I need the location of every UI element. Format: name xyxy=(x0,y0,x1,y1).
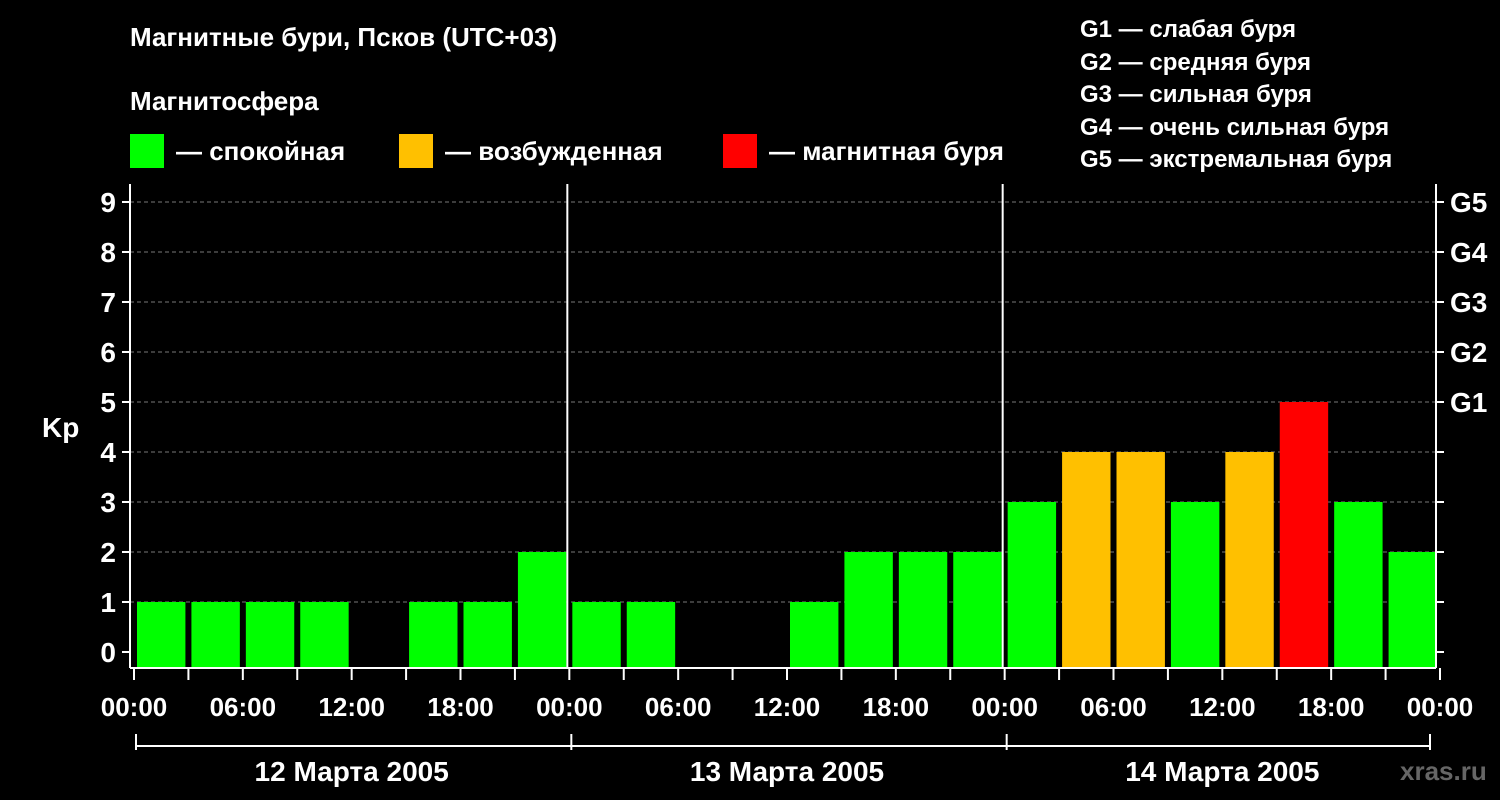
y-tick-label: 5 xyxy=(100,387,116,418)
y-tick-label: 9 xyxy=(100,187,116,218)
g-level-label: G2 xyxy=(1450,337,1487,368)
g-level-label: G3 xyxy=(1450,287,1487,318)
watermark: xras.ru xyxy=(1400,756,1487,786)
x-tick-label: 06:00 xyxy=(645,692,712,722)
kp-bar xyxy=(517,552,567,668)
g-level-label: G5 xyxy=(1450,187,1487,218)
kp-bar xyxy=(1225,452,1274,668)
kp-bar xyxy=(1170,502,1220,668)
kp-bar xyxy=(1062,452,1111,668)
x-tick-label: 06:00 xyxy=(1080,692,1147,722)
kp-bar xyxy=(953,552,1002,668)
kp-bar xyxy=(572,602,621,668)
x-tick-label: 12:00 xyxy=(1189,692,1256,722)
kp-bar xyxy=(1007,502,1057,668)
y-tick-label: 6 xyxy=(100,337,116,368)
kp-bar xyxy=(790,602,839,668)
y-tick-label: 8 xyxy=(100,237,116,268)
kp-bar xyxy=(409,602,458,668)
g-level-label: G4 xyxy=(1450,237,1488,268)
day-label: 13 Марта 2005 xyxy=(690,756,884,787)
x-tick-label: 00:00 xyxy=(1407,692,1474,722)
kp-bar xyxy=(1279,402,1329,668)
y-tick-label: 1 xyxy=(100,587,116,618)
y-tick-label: 2 xyxy=(100,537,116,568)
kp-bar xyxy=(1116,452,1165,668)
kp-bar xyxy=(844,552,893,668)
kp-bar xyxy=(245,602,295,668)
y-tick-label: 4 xyxy=(100,437,116,468)
kp-bar xyxy=(1388,552,1437,668)
x-tick-label: 00:00 xyxy=(101,692,168,722)
x-tick-label: 12:00 xyxy=(318,692,385,722)
kp-bar xyxy=(898,552,948,668)
kp-bar xyxy=(463,602,512,668)
x-tick-label: 18:00 xyxy=(427,692,494,722)
x-tick-label: 12:00 xyxy=(754,692,821,722)
kp-bar xyxy=(137,602,186,668)
x-tick-label: 06:00 xyxy=(210,692,277,722)
day-label: 12 Марта 2005 xyxy=(255,756,449,787)
kp-bar xyxy=(1334,502,1383,668)
day-label: 14 Марта 2005 xyxy=(1125,756,1319,787)
y-tick-label: 3 xyxy=(100,487,116,518)
x-tick-label: 00:00 xyxy=(536,692,603,722)
kp-bar xyxy=(626,602,676,668)
x-tick-label: 18:00 xyxy=(1298,692,1365,722)
g-level-label: G1 xyxy=(1450,387,1487,418)
kp-bar xyxy=(191,602,240,668)
x-tick-label: 18:00 xyxy=(863,692,930,722)
y-tick-label: 0 xyxy=(100,637,116,668)
kp-bar xyxy=(300,602,349,668)
kp-bar-chart: 0 1 2 3 4 5 6 7 8 9 G1 G2 G3 G4 G5 00:00 06:00 12:00 18:00… xyxy=(100,184,1488,787)
y-tick-label: 7 xyxy=(100,287,116,318)
x-tick-label: 00:00 xyxy=(971,692,1038,722)
